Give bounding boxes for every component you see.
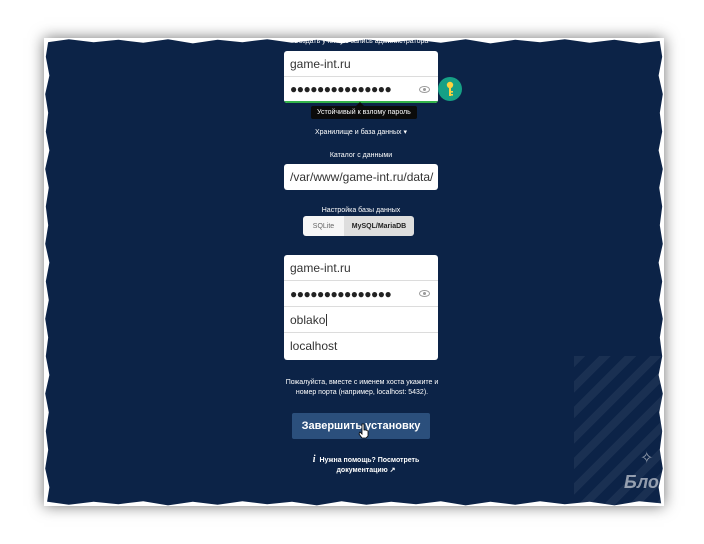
database-credentials-group: game-int.ru ●●●●●●●●●●●●●●● oblako local… xyxy=(284,255,438,360)
torn-edge-bottom xyxy=(44,501,664,506)
sparkle-icon: ✧ xyxy=(640,450,654,467)
admin-username-value: game-int.ru xyxy=(290,56,351,71)
watermark-brand: Бло xyxy=(624,472,659,492)
database-config-label: Настройка базы данных xyxy=(321,207,401,214)
db-name-value: oblako xyxy=(290,312,326,327)
db-user-field[interactable]: game-int.ru xyxy=(284,255,438,281)
database-type-toggle: SQLite MySQL/MariaDB xyxy=(303,216,414,236)
screenshot-frame: Создать учетную запись администратора ga… xyxy=(44,38,664,506)
admin-password-field[interactable]: ●●●●●●●●●●●●●●● xyxy=(284,77,438,103)
documentation-link[interactable]: документацию ↗ xyxy=(306,466,426,474)
sqlite-option[interactable]: SQLite xyxy=(303,216,344,236)
mysql-mariadb-option[interactable]: MySQL/MariaDB xyxy=(344,216,414,236)
storage-database-label: Хранилище и база данных xyxy=(314,129,402,136)
caret-down-icon: ▾ xyxy=(403,129,408,136)
show-password-icon[interactable] xyxy=(419,86,430,93)
db-user-value: game-int.ru xyxy=(290,260,351,275)
password-strength-key-badge xyxy=(438,77,462,101)
port-hint: Пожалуйста, вместе с именем хоста укажит… xyxy=(285,379,439,396)
key-icon xyxy=(446,81,454,96)
db-host-field[interactable]: localhost xyxy=(284,333,438,359)
db-password-field[interactable]: ●●●●●●●●●●●●●●● xyxy=(284,281,438,307)
text-cursor xyxy=(326,313,328,326)
password-strength-tooltip: Устойчивый к взлому пароль xyxy=(311,102,417,119)
storage-database-toggle[interactable]: Хранилище и база данных ▾ xyxy=(284,128,438,136)
db-host-value: localhost xyxy=(290,339,338,353)
torn-edge-left xyxy=(44,38,50,506)
info-icon: i xyxy=(312,454,316,465)
data-directory-label: Каталог с данными xyxy=(329,152,393,159)
admin-password-mask: ●●●●●●●●●●●●●●● xyxy=(290,82,392,96)
db-name-field[interactable]: oblako xyxy=(284,307,438,333)
admin-username-field[interactable]: game-int.ru xyxy=(284,51,438,77)
show-db-password-icon[interactable] xyxy=(419,290,430,297)
db-password-mask: ●●●●●●●●●●●●●●● xyxy=(290,286,392,301)
help-line: i Нужна помощь? Посмотреть xyxy=(306,454,426,465)
admin-credentials-group: game-int.ru ●●●●●●●●●●●●●●● xyxy=(284,51,438,103)
help-text: Нужна помощь? Посмотреть xyxy=(319,457,420,464)
data-directory-input[interactable]: /var/www/game-int.ru/data/ xyxy=(284,164,438,190)
data-directory-value: /var/www/game-int.ru/data/ xyxy=(290,170,434,184)
hand-pointer-cursor-icon xyxy=(358,423,369,439)
